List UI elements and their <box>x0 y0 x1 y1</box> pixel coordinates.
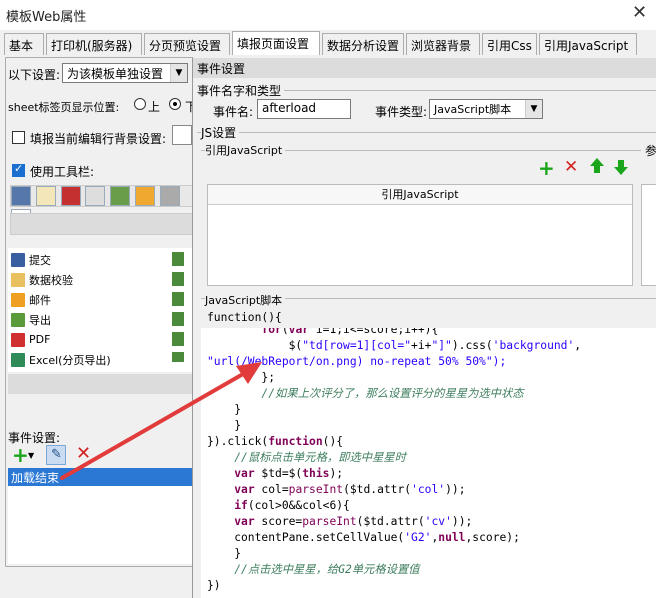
annotation-arrow <box>60 362 262 480</box>
